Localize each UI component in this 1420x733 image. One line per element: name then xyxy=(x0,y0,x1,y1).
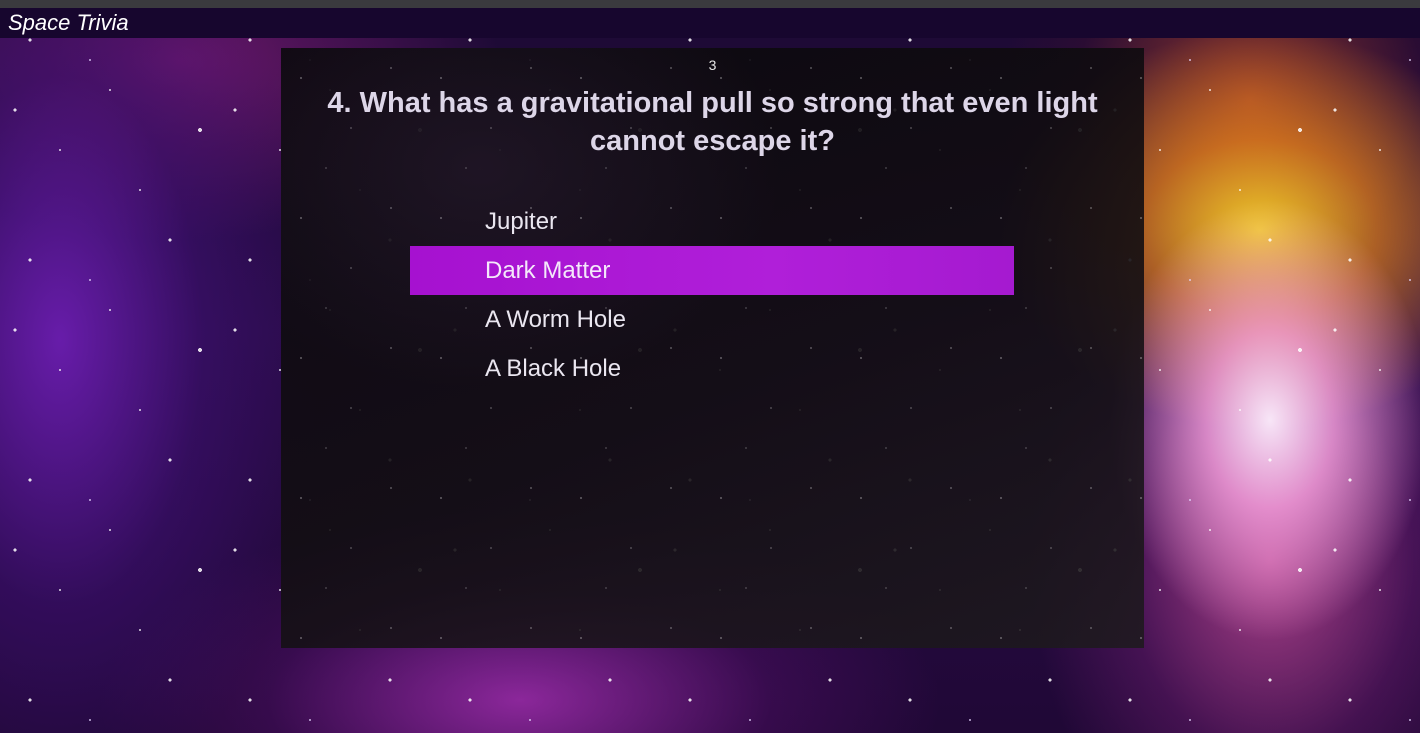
app-title: Space Trivia xyxy=(8,10,129,35)
window-top-strip xyxy=(0,0,1420,8)
quiz-panel: 3 4. What has a gravitational pull so st… xyxy=(281,48,1144,648)
app-header: Space Trivia xyxy=(0,8,1420,38)
answer-option-dark-matter[interactable]: Dark Matter xyxy=(410,246,1014,295)
question-text: 4. What has a gravitational pull so stro… xyxy=(327,87,1098,157)
answer-option-worm-hole[interactable]: A Worm Hole xyxy=(410,295,1014,344)
answer-list: Jupiter Dark Matter A Worm Hole A Black … xyxy=(410,197,1014,393)
answer-option-black-hole[interactable]: A Black Hole xyxy=(410,344,1014,393)
answer-option-jupiter[interactable]: Jupiter xyxy=(410,197,1014,246)
countdown-timer: 3 xyxy=(708,57,717,73)
